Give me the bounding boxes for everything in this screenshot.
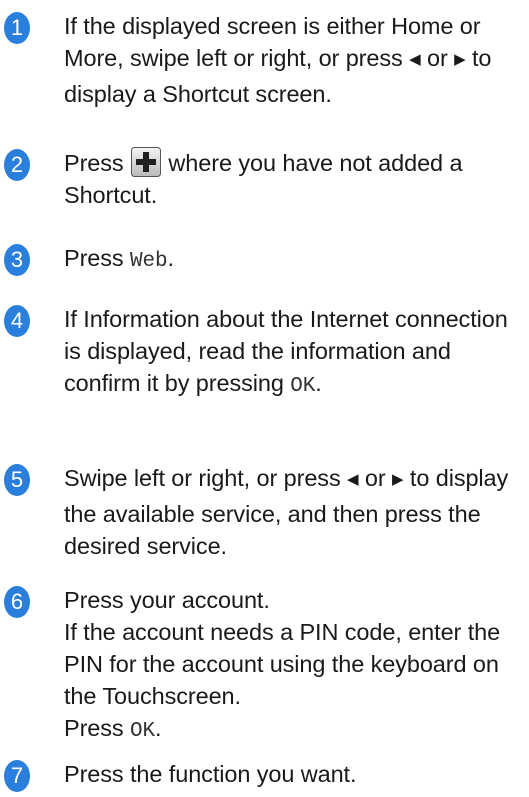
step-1-text: If the displayed screen is either Home o…: [64, 13, 492, 107]
right-arrow-icon: ▶: [454, 51, 466, 68]
right-arrow-icon: ▶: [392, 471, 404, 488]
step-number-6-icon: 6: [2, 584, 32, 620]
step-4-text: If Information about the Internet connec…: [64, 306, 508, 398]
ok-command: OK: [290, 375, 316, 398]
step-3-text: Press Web.: [64, 245, 174, 273]
web-command: Web: [130, 250, 168, 273]
step-5-text: Swipe left or right, or press ◀ or ▶ to …: [64, 465, 509, 559]
step-number-5-icon: 5: [2, 462, 32, 498]
plus-button-icon: [131, 147, 161, 177]
step-number-1-icon: 1: [2, 10, 32, 46]
left-arrow-icon: ◀: [347, 471, 359, 488]
step-number-7-icon: 7: [2, 758, 32, 794]
step-number-4-icon: 4: [2, 303, 32, 339]
step-2-text: Press where you have not added a Shortcu…: [64, 147, 523, 211]
left-arrow-icon: ◀: [409, 51, 421, 68]
step-number-2-icon: 2: [2, 147, 32, 183]
step-7-text: Press the function you want.: [64, 761, 357, 787]
step-number-3-icon: 3: [2, 242, 32, 278]
ok-command: OK: [130, 720, 156, 743]
step-6-text: Press your account. If the account needs…: [64, 587, 501, 743]
